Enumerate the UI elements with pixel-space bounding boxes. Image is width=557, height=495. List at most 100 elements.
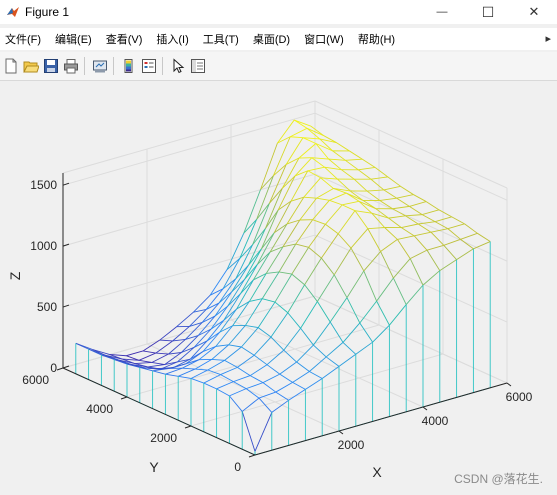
mesh-edge [357, 169, 372, 180]
mesh-edge [258, 397, 273, 413]
mesh-edge [388, 217, 402, 228]
mesh-edge [260, 142, 278, 190]
mesh-edge [151, 362, 165, 366]
mesh-edge [290, 170, 309, 202]
menu-edit[interactable]: 编辑(E) [55, 31, 92, 47]
mesh-edge [279, 373, 293, 383]
mesh-edge [346, 270, 365, 298]
mesh-edge [300, 328, 314, 346]
mesh-edge [477, 232, 491, 242]
x-tick [422, 406, 428, 411]
mesh-edge [329, 192, 347, 201]
mesh-edge [292, 371, 310, 383]
watermark-text: CSDN @落花生. [454, 472, 543, 486]
mesh-edge [366, 189, 384, 192]
mesh-edge [262, 382, 277, 393]
x-tick [506, 382, 512, 387]
menu-insert[interactable]: 插入(I) [156, 31, 188, 47]
print-button[interactable] [62, 57, 80, 75]
mesh-edge [460, 238, 474, 250]
menu-tools[interactable]: 工具(T) [203, 31, 239, 47]
mesh-edge [332, 150, 346, 161]
mesh-edge [282, 219, 301, 247]
y-tick-label: 4000 [86, 402, 113, 416]
mesh-edge [228, 344, 242, 348]
menu-expand-icon[interactable]: ▸ [545, 32, 551, 45]
mesh-edge [299, 197, 317, 221]
mesh-edge [328, 158, 346, 161]
menu-file[interactable]: 文件(F) [5, 31, 41, 47]
mesh-edge [233, 381, 247, 390]
mesh-edge [256, 203, 270, 220]
mesh-edge [447, 223, 465, 230]
mesh-edge [272, 136, 291, 176]
colorbar-button[interactable] [120, 57, 138, 75]
mesh-edge [147, 364, 165, 368]
mesh-edge [355, 341, 373, 355]
grid-line [62, 112, 316, 186]
y-tick-label: 0 [234, 460, 241, 474]
mesh-edge [460, 232, 478, 240]
mesh-edge [325, 356, 340, 367]
mesh-edge [317, 301, 331, 323]
mesh-edge [321, 366, 340, 379]
mesh-edge [307, 170, 321, 179]
mesh-edge [142, 350, 156, 354]
mesh-edge [262, 298, 276, 303]
edit-plot-button[interactable] [169, 57, 187, 75]
z-tick-label: 500 [37, 300, 57, 314]
legend-button[interactable] [140, 57, 158, 75]
mesh-edge [354, 210, 369, 229]
mesh-edge [438, 209, 453, 218]
maximize-icon: ☐ [481, 3, 495, 20]
minimize-button[interactable]: — [419, 0, 465, 24]
mesh-edge [425, 201, 440, 211]
mesh-edge [275, 391, 289, 401]
edit-plot-icon [173, 58, 185, 74]
x-tick [338, 430, 344, 435]
mesh-edge [257, 301, 276, 328]
maximize-button[interactable]: ☐ [465, 0, 511, 24]
z-tick-label: 1000 [30, 239, 57, 253]
mesh-edge [262, 373, 281, 384]
mesh-edge [337, 210, 356, 235]
save-button[interactable] [42, 57, 60, 75]
mesh-edge [241, 411, 256, 452]
mesh-edge [443, 245, 457, 260]
mesh-edge [325, 204, 343, 225]
mesh-edge [75, 342, 93, 350]
mesh-edge [401, 223, 419, 229]
mesh-edge [305, 378, 323, 390]
grid-line [62, 295, 316, 369]
mesh-plot[interactable]: 2000400060000200040006000050010001500 X … [0, 81, 557, 495]
mesh-edge [379, 197, 397, 201]
mesh-edge [333, 274, 348, 298]
mesh-edge [253, 336, 272, 356]
mesh-edge [321, 233, 339, 259]
link-plot-button[interactable] [91, 57, 109, 75]
grid-line [314, 100, 508, 189]
mesh-edge [342, 204, 356, 212]
mesh-edge [387, 176, 401, 187]
mesh-edge [289, 127, 308, 138]
mesh-edge [421, 214, 436, 223]
property-inspector-button[interactable] [189, 57, 207, 75]
mesh-edge [273, 164, 287, 177]
menu-help[interactable]: 帮助(H) [358, 31, 395, 47]
mesh-edge [342, 342, 357, 355]
mesh-edge [413, 194, 427, 202]
menu-window[interactable]: 窗口(W) [304, 31, 344, 47]
new-figure-button[interactable] [2, 57, 20, 75]
mesh-edge [151, 353, 169, 363]
mesh-edge [338, 353, 357, 367]
mesh-edge [228, 325, 246, 346]
mesh-edge [287, 312, 301, 329]
mesh-edge [283, 349, 297, 363]
mesh-edge [397, 239, 411, 259]
mesh-edge [345, 158, 363, 161]
menu-view[interactable]: 查看(V) [106, 31, 143, 47]
menu-desktop[interactable]: 桌面(D) [253, 31, 290, 47]
mesh-edge [383, 185, 401, 191]
close-button[interactable]: ✕ [511, 0, 557, 24]
open-file-button[interactable] [22, 57, 40, 75]
